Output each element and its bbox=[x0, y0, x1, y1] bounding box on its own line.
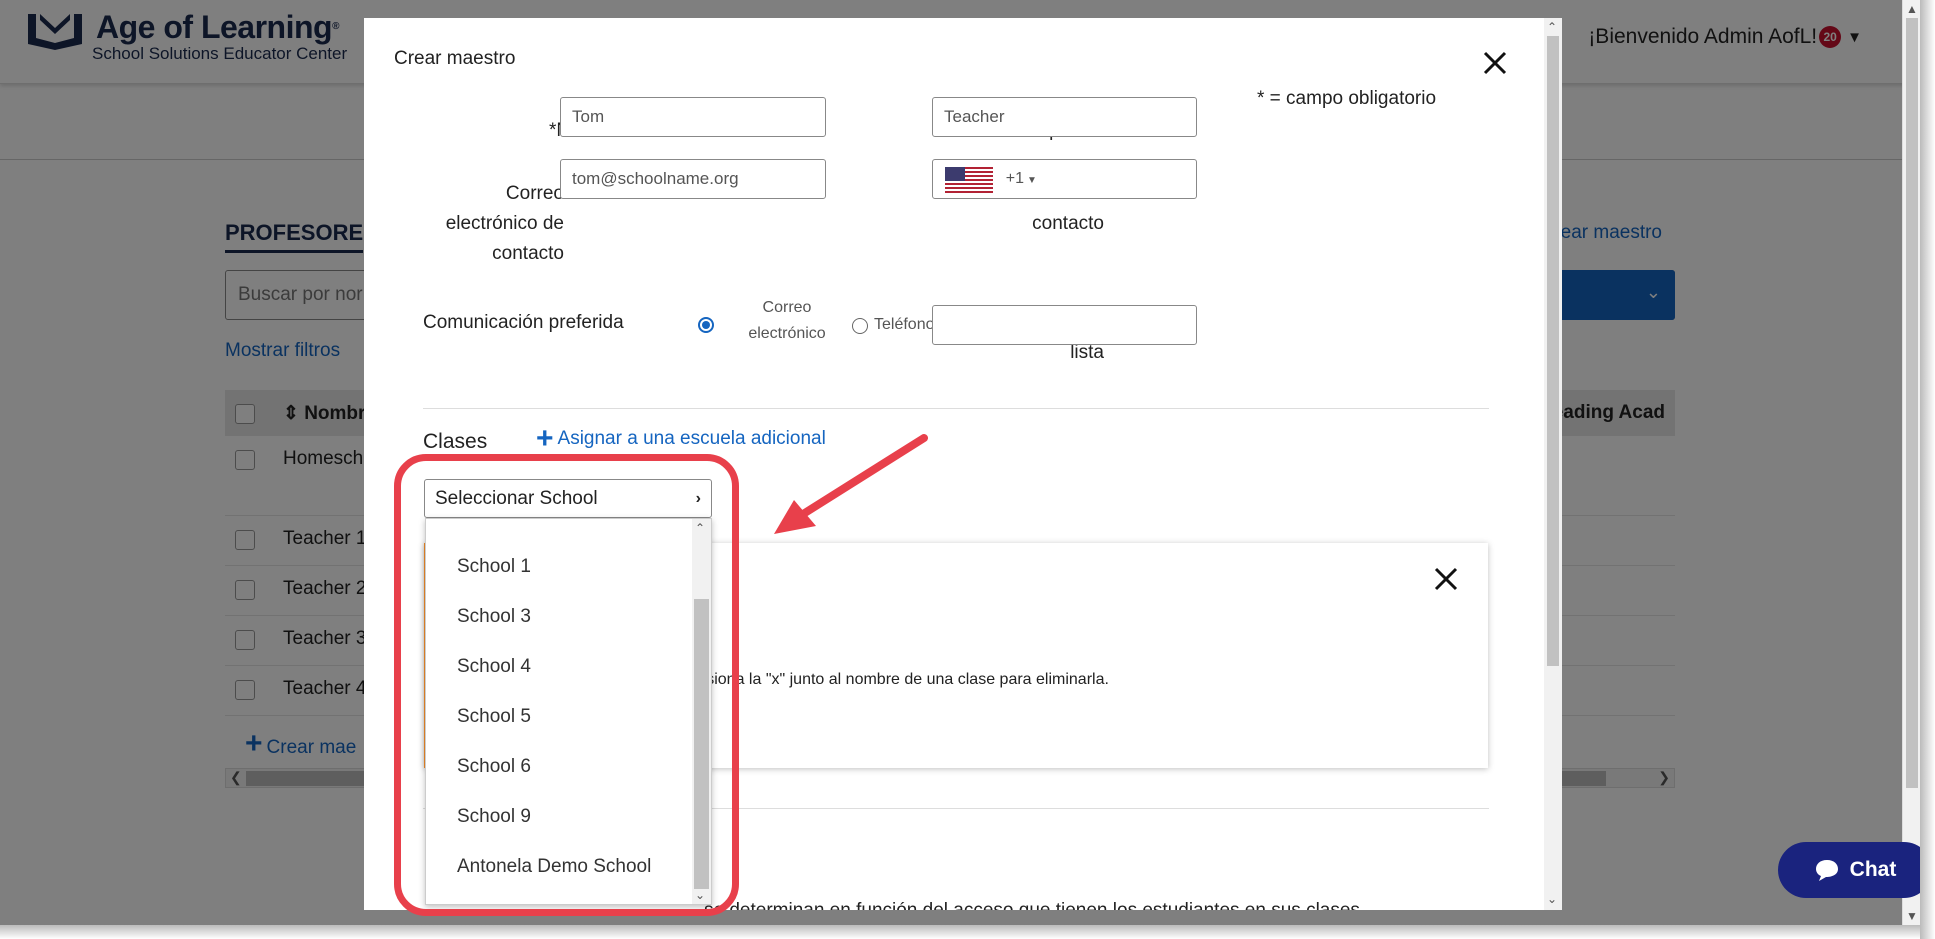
us-flag-icon[interactable] bbox=[945, 167, 993, 193]
chat-bubble-icon bbox=[1815, 860, 1838, 881]
radio-email[interactable] bbox=[698, 317, 714, 333]
create-teacher-modal: Crear maestro * = campo obligatorio *Nom… bbox=[364, 18, 1562, 910]
plus-icon: + bbox=[536, 422, 554, 455]
school-option[interactable]: School 9 bbox=[457, 806, 531, 828]
phone-field[interactable]: +1 ▼ bbox=[932, 159, 1197, 199]
dial-code[interactable]: +1 ▼ bbox=[1006, 160, 1037, 200]
scrollbar-thumb[interactable] bbox=[694, 599, 709, 889]
caret-down-icon: ▼ bbox=[1026, 175, 1037, 186]
dropdown-scrollbar[interactable]: ⌃ ⌄ bbox=[692, 519, 711, 904]
scroll-down-icon[interactable]: ⌄ bbox=[1547, 892, 1557, 906]
school-option[interactable]: Antonela Demo School bbox=[457, 856, 651, 878]
assign-school-link[interactable]: + Asignar a una escuela adicional bbox=[536, 422, 826, 455]
divider bbox=[423, 408, 1489, 409]
scrollbar-thumb[interactable] bbox=[1547, 36, 1559, 666]
email-field[interactable]: tom@schoolname.org bbox=[560, 159, 826, 199]
school-option[interactable]: School 6 bbox=[457, 756, 531, 778]
email-label: Correo electrónico de contacto bbox=[445, 183, 564, 264]
unique-id-field[interactable] bbox=[932, 305, 1197, 345]
school-option[interactable]: School 1 bbox=[457, 556, 531, 578]
preferred-communication-label: Comunicación preferida bbox=[423, 312, 624, 333]
school-option[interactable]: School 3 bbox=[457, 606, 531, 628]
scroll-down-icon[interactable]: ▼ bbox=[1906, 909, 1918, 923]
school-option[interactable]: School 5 bbox=[457, 706, 531, 728]
info-text: resiona la "x" junto al nombre de una cl… bbox=[692, 671, 1109, 688]
school-dropdown-list: School 1 School 3 School 4 School 5 Scho… bbox=[425, 518, 712, 905]
select-school-dropdown[interactable]: Seleccionar School › bbox=[424, 479, 712, 518]
page-scrollbar[interactable]: ▲ ▼ bbox=[1902, 0, 1920, 925]
scrollbar-thumb[interactable] bbox=[1906, 18, 1918, 788]
scroll-up-icon[interactable]: ▲ bbox=[1906, 2, 1918, 16]
scroll-down-icon[interactable]: ⌄ bbox=[695, 888, 705, 902]
close-icon[interactable] bbox=[1480, 48, 1510, 78]
scroll-up-icon[interactable]: ⌃ bbox=[695, 521, 705, 535]
last-name-field[interactable]: Teacher bbox=[932, 97, 1197, 137]
chat-button[interactable]: Chat bbox=[1778, 842, 1920, 898]
chevron-right-icon: › bbox=[695, 490, 701, 507]
scroll-up-icon[interactable]: ⌃ bbox=[1547, 20, 1557, 34]
close-icon[interactable] bbox=[1432, 565, 1460, 593]
first-name-field[interactable]: Tom bbox=[560, 97, 826, 137]
required-note: * = campo obligatorio bbox=[1257, 88, 1437, 109]
school-option[interactable]: School 4 bbox=[457, 656, 531, 678]
window-shadow-right bbox=[1920, 0, 1935, 939]
classes-label: Clases bbox=[423, 430, 488, 453]
bottom-text: se determinan en función del acceso que … bbox=[704, 900, 1360, 910]
window-shadow-bottom bbox=[0, 925, 1935, 939]
modal-title: Crear maestro bbox=[394, 48, 516, 69]
modal-scrollbar[interactable]: ⌃ ⌄ bbox=[1544, 18, 1562, 910]
